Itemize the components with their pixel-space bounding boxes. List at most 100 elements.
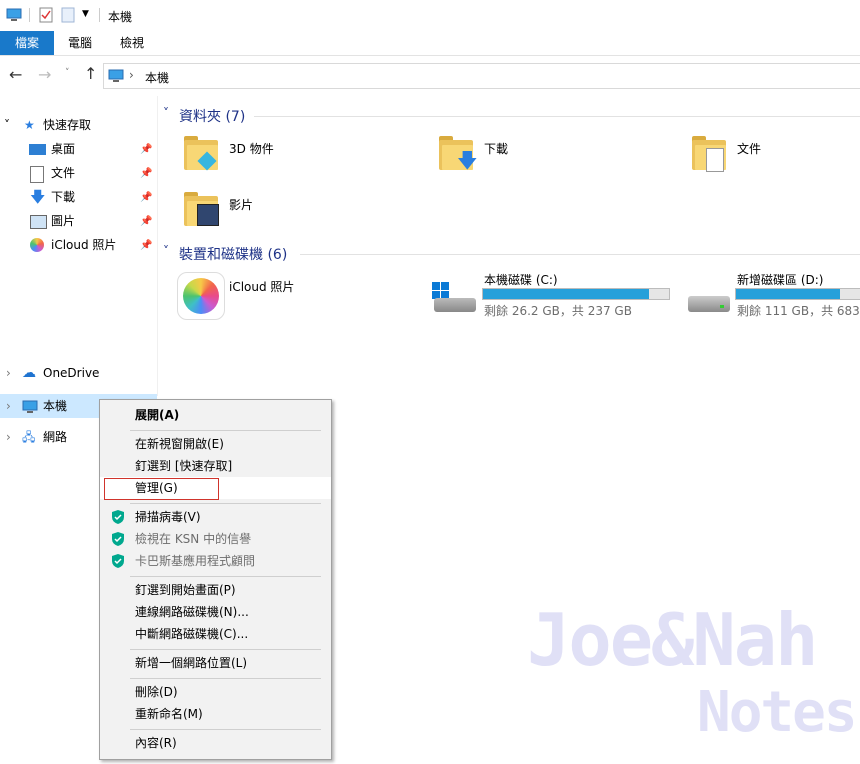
nav-item-documents[interactable]: 文件 bbox=[51, 162, 75, 184]
address-bar[interactable]: › 本機 bbox=[103, 63, 860, 89]
folder-label-3d-objects[interactable]: 3D 物件 bbox=[229, 140, 274, 157]
folder-icon[interactable]: 🡇 bbox=[439, 136, 478, 170]
desktop-icon bbox=[29, 138, 47, 160]
menu-item-open-new-window[interactable]: 在新視窗開啟(E) bbox=[100, 433, 331, 455]
menu-separator bbox=[130, 729, 321, 730]
forward-arrow-icon[interactable]: → bbox=[38, 65, 51, 84]
menu-item-label: 掃描病毒(V) bbox=[135, 510, 201, 524]
folder-icon[interactable] bbox=[184, 136, 220, 171]
pane-divider bbox=[157, 96, 158, 396]
menu-item-label: 檢視在 KSN 中的信譽 bbox=[135, 532, 252, 546]
menu-item-add-network-location[interactable]: 新增一個網路位置(L) bbox=[100, 652, 331, 674]
menu-item-delete[interactable]: 刪除(D) bbox=[100, 681, 331, 703]
chevron-right-icon[interactable]: › bbox=[6, 362, 11, 384]
nav-item-desktop[interactable]: 桌面 bbox=[51, 138, 75, 160]
menu-item-label: 釘選到 [快速存取] bbox=[135, 459, 233, 473]
menu-separator bbox=[130, 678, 321, 679]
nav-item-icloud-photos[interactable]: iCloud 照片 bbox=[51, 234, 116, 256]
title-bar: ▼ 本機 bbox=[0, 0, 860, 31]
back-arrow-icon[interactable]: ← bbox=[9, 65, 22, 84]
pin-icon[interactable]: 📌 bbox=[140, 216, 152, 227]
watermark-line2: Notes bbox=[697, 680, 858, 745]
drive-usage-bar-c bbox=[482, 288, 670, 300]
nav-quick-access[interactable]: 快速存取 bbox=[43, 114, 91, 136]
section-divider bbox=[254, 116, 860, 117]
menu-item-label: 展開(A) bbox=[135, 408, 180, 422]
tab-computer[interactable]: 電腦 bbox=[58, 31, 102, 55]
folder-label-documents[interactable]: 文件 bbox=[737, 140, 761, 157]
pin-icon[interactable]: 📌 bbox=[140, 192, 152, 203]
drive-name-c[interactable]: 本機磁碟 (C:) bbox=[484, 271, 558, 288]
menu-separator bbox=[130, 503, 321, 504]
menu-item-label: 內容(R) bbox=[135, 736, 177, 750]
star-icon: ★ bbox=[24, 118, 35, 132]
devices-section-header[interactable]: 裝置和磁碟機 (6) bbox=[179, 244, 287, 264]
device-label-icloud-photos[interactable]: iCloud 照片 bbox=[229, 278, 294, 295]
window-title: 本機 bbox=[108, 10, 133, 24]
chevron-right-icon[interactable]: › bbox=[6, 426, 11, 448]
pin-icon[interactable]: 📌 bbox=[140, 240, 152, 251]
menu-item-pin-start[interactable]: 釘選到開始畫面(P) bbox=[100, 579, 331, 601]
highlight-box bbox=[104, 478, 219, 500]
drive-icon[interactable] bbox=[686, 290, 732, 316]
tab-view[interactable]: 檢視 bbox=[110, 31, 154, 55]
menu-item-expand[interactable]: 展開(A) bbox=[100, 404, 331, 426]
drive-icon[interactable] bbox=[432, 282, 478, 314]
chevron-down-icon[interactable]: ˅ bbox=[163, 106, 169, 120]
onedrive-icon: ☁ bbox=[22, 365, 36, 381]
menu-item-kaspersky-advisor[interactable]: 卡巴斯基應用程式顧問 bbox=[100, 550, 331, 572]
download-icon: 🡇 bbox=[30, 188, 46, 206]
pin-icon[interactable]: 📌 bbox=[140, 144, 152, 155]
chevron-down-icon[interactable]: ˅ bbox=[4, 114, 10, 136]
computer-icon bbox=[6, 8, 22, 21]
menu-item-ksn-reputation[interactable]: 檢視在 KSN 中的信譽 bbox=[100, 528, 331, 550]
kaspersky-shield-icon bbox=[112, 554, 124, 568]
menu-item-properties[interactable]: 內容(R) bbox=[100, 732, 331, 754]
recent-locations-icon[interactable]: ˅ bbox=[65, 68, 70, 78]
section-divider bbox=[300, 254, 860, 255]
computer-icon bbox=[108, 69, 124, 82]
network-icon: 🖧 bbox=[22, 430, 36, 444]
menu-separator bbox=[130, 430, 321, 431]
nav-onedrive[interactable]: OneDrive bbox=[43, 362, 99, 384]
properties-icon[interactable] bbox=[39, 7, 53, 23]
breadcrumb[interactable]: 本機 bbox=[145, 69, 169, 86]
folders-section-header[interactable]: 資料夾 (7) bbox=[179, 106, 245, 126]
menu-item-map-network-drive[interactable]: 連線網路磁碟機(N)... bbox=[100, 601, 331, 623]
menu-item-label: 卡巴斯基應用程式顧問 bbox=[135, 554, 256, 568]
menu-item-label: 刪除(D) bbox=[135, 685, 178, 699]
drive-free-space-d: 剩餘 111 GB，共 683 G bbox=[737, 304, 860, 318]
up-arrow-icon[interactable]: ↑ bbox=[84, 64, 97, 83]
nav-this-pc[interactable]: 本機 bbox=[43, 395, 67, 417]
menu-item-label: 重新命名(M) bbox=[135, 707, 203, 721]
pin-icon[interactable]: 📌 bbox=[140, 168, 152, 179]
folder-icon[interactable] bbox=[184, 192, 220, 226]
nav-item-downloads[interactable]: 下載 bbox=[51, 186, 75, 208]
folder-label-videos[interactable]: 影片 bbox=[229, 196, 253, 213]
kaspersky-shield-icon bbox=[112, 510, 124, 524]
menu-item-pin-quick-access[interactable]: 釘選到 [快速存取] bbox=[100, 455, 331, 477]
watermark-line1: Joe&Nah bbox=[527, 598, 818, 682]
chevron-down-icon[interactable]: ˅ bbox=[163, 244, 169, 258]
breadcrumb-separator-icon: › bbox=[129, 68, 134, 82]
menu-separator bbox=[130, 576, 321, 577]
menu-item-scan-virus[interactable]: 掃描病毒(V) bbox=[100, 506, 331, 528]
nav-item-pictures[interactable]: 圖片 bbox=[51, 210, 75, 232]
drive-free-space-c: 剩餘 26.2 GB，共 237 GB bbox=[484, 304, 632, 318]
menu-item-disconnect-network-drive[interactable]: 中斷網路磁碟機(C)... bbox=[100, 623, 331, 645]
icloud-photos-icon[interactable] bbox=[177, 272, 225, 320]
computer-icon bbox=[22, 400, 38, 413]
drive-name-d[interactable]: 新增磁碟區 (D:) bbox=[737, 271, 823, 288]
menu-separator bbox=[130, 649, 321, 650]
nav-network[interactable]: 網路 bbox=[43, 426, 67, 448]
menu-item-label: 釘選到開始畫面(P) bbox=[135, 583, 236, 597]
new-folder-icon[interactable] bbox=[61, 7, 75, 23]
folder-label-downloads[interactable]: 下載 bbox=[484, 140, 508, 157]
tab-file[interactable]: 檔案 bbox=[0, 31, 54, 55]
menu-item-label: 新增一個網路位置(L) bbox=[135, 656, 248, 670]
chevron-down-icon[interactable]: ▼ bbox=[82, 9, 89, 19]
menu-item-rename[interactable]: 重新命名(M) bbox=[100, 703, 331, 725]
chevron-right-icon[interactable]: › bbox=[6, 395, 11, 417]
folder-icon[interactable] bbox=[692, 136, 728, 172]
kaspersky-shield-icon bbox=[112, 532, 124, 546]
